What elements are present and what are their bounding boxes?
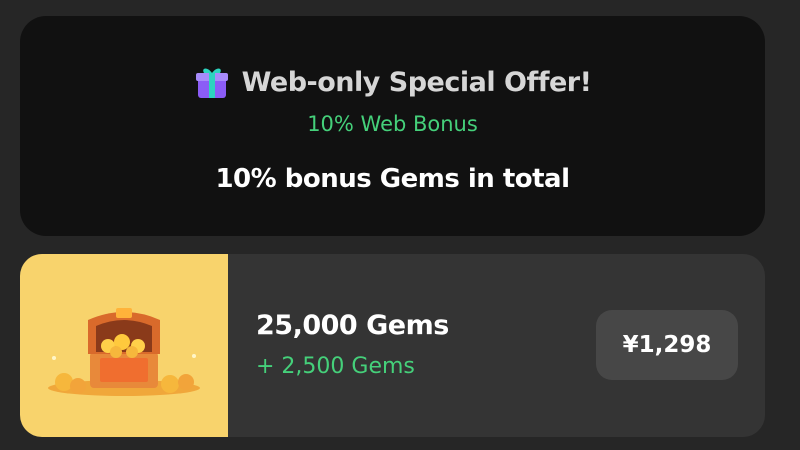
offer-title: Web-only Special Offer! [241, 66, 592, 98]
pack-bonus-gems: + 2,500 Gems [256, 354, 415, 379]
bonus-total-text: 10% bonus Gems in total [215, 164, 570, 194]
pack-gem-amount: 25,000 Gems [256, 310, 449, 341]
treasure-chest-icon [48, 308, 200, 396]
gem-pack-card[interactable]: 25,000 Gems + 2,500 Gems ¥1,298 [20, 254, 765, 437]
gift-icon [194, 64, 230, 100]
offer-title-row: Web-only Special Offer! [20, 64, 765, 100]
buy-price-button[interactable]: ¥1,298 [596, 310, 738, 380]
pack-image [20, 254, 228, 437]
special-offer-card: Web-only Special Offer! 10% Web Bonus 10… [20, 16, 765, 236]
web-bonus-label: 10% Web Bonus [307, 112, 478, 136]
